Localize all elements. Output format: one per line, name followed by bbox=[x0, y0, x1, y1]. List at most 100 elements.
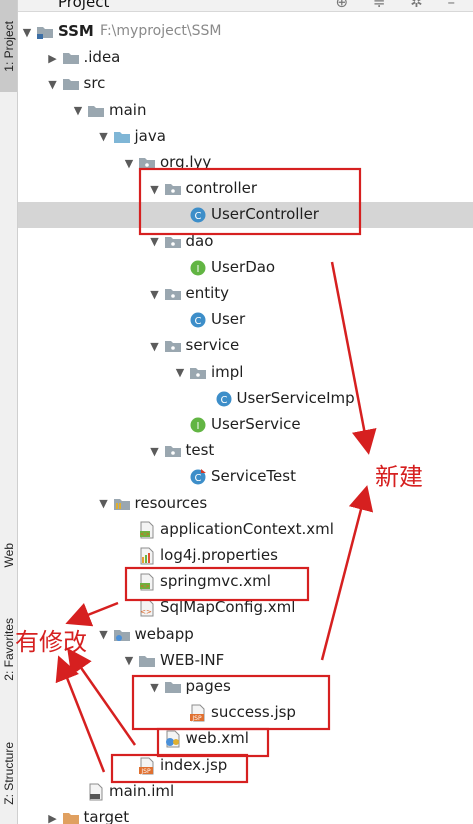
tree-item-label: web.xml bbox=[185, 729, 249, 748]
source-folder-icon bbox=[113, 128, 131, 146]
tree-item-label: .idea bbox=[83, 48, 121, 67]
tree-row[interactable]: ▼ src bbox=[18, 71, 473, 97]
package-icon bbox=[164, 442, 182, 460]
svg-text:JSP: JSP bbox=[191, 715, 202, 722]
tree-item-label: UserService bbox=[211, 415, 301, 433]
panel-title[interactable]: Project bbox=[58, 0, 109, 11]
tree-row[interactable]: web.xml bbox=[18, 726, 473, 752]
tree-item-label: service bbox=[185, 336, 240, 355]
tree-item-label: dao bbox=[185, 231, 214, 250]
chevron-down-icon[interactable]: ▼ bbox=[46, 71, 60, 97]
tree-row[interactable]: ▼ entity bbox=[18, 281, 473, 307]
tree-item-label: SqlMapConfig.xml bbox=[160, 598, 296, 617]
tree-item-label: UserDao bbox=[211, 257, 276, 276]
tree-row[interactable]: ▼ pages bbox=[18, 674, 473, 700]
tree-item-label: WEB-INF bbox=[160, 650, 225, 669]
folder-icon bbox=[138, 652, 156, 670]
tree-row[interactable]: ▼ service bbox=[18, 333, 473, 359]
tree-item-label: src bbox=[83, 74, 106, 93]
chevron-down-icon[interactable]: ▼ bbox=[97, 491, 111, 517]
structure-tool-tab[interactable]: Z: Structure bbox=[0, 728, 17, 818]
project-tool-tab[interactable]: 1: Project bbox=[0, 0, 17, 92]
tree-row[interactable]: I UserService bbox=[18, 412, 473, 438]
structure-tool-tab-label: Z: Structure bbox=[1, 741, 16, 805]
svg-text:I: I bbox=[197, 264, 200, 275]
chevron-down-icon[interactable]: ▼ bbox=[97, 124, 111, 150]
tree-item-label: webapp bbox=[134, 624, 194, 643]
svg-text:C: C bbox=[195, 473, 202, 484]
package-icon bbox=[189, 364, 207, 382]
tree-row[interactable]: JSP index.jsp bbox=[18, 753, 473, 779]
chevron-down-icon[interactable]: ▼ bbox=[148, 438, 162, 464]
tree-item-label: User bbox=[211, 310, 246, 329]
tree-row[interactable]: main.iml bbox=[18, 779, 473, 805]
test-class-icon: C bbox=[189, 468, 207, 486]
class-icon: C bbox=[189, 311, 207, 329]
project-path: F:\myproject\SSM bbox=[100, 23, 222, 39]
svg-text:C: C bbox=[195, 211, 202, 222]
folder-icon bbox=[164, 678, 182, 696]
chevron-down-icon[interactable]: ▼ bbox=[122, 150, 136, 176]
tree-item-label: ServiceTest bbox=[211, 467, 296, 486]
chevron-right-icon[interactable]: ▶ bbox=[46, 45, 60, 71]
tree-row[interactable]: ▼ resources bbox=[18, 491, 473, 517]
chevron-down-icon[interactable]: ▼ bbox=[71, 98, 85, 124]
tree-item-label: controller bbox=[185, 179, 258, 198]
tree-item-label: applicationContext.xml bbox=[160, 519, 334, 538]
tree-row[interactable]: <> springmvc.xml bbox=[18, 569, 473, 595]
project-tree[interactable]: ▼ SSM F:\myproject\SSM ▶ .idea ▼ src ▼ main ▼ java… bbox=[18, 11, 473, 824]
chevron-down-icon[interactable]: ▼ bbox=[122, 648, 136, 674]
tree-item-label: springmvc.xml bbox=[160, 572, 271, 591]
tree-item-label: UserServiceImp bbox=[236, 388, 355, 407]
tree-row[interactable]: log4j.properties bbox=[18, 543, 473, 569]
tool-window-stripe: 1: Project Web 2: Favorites Z: Structure bbox=[0, 0, 18, 824]
tree-row[interactable]: ▶ target bbox=[18, 805, 473, 824]
tree-row[interactable]: JSP success.jsp bbox=[18, 700, 473, 726]
tree-item-label: UserController bbox=[211, 205, 319, 224]
tree-row[interactable]: ▼ SSM F:\myproject\SSM bbox=[18, 19, 473, 45]
web-folder-icon bbox=[113, 626, 131, 644]
tree-item-label: target bbox=[83, 808, 130, 824]
package-icon bbox=[164, 233, 182, 251]
chevron-down-icon[interactable]: ▼ bbox=[97, 622, 111, 648]
interface-icon: I bbox=[189, 416, 207, 434]
header-toolbar-icons[interactable]: ⊕ ≑ ✲ – bbox=[335, 0, 465, 11]
chevron-down-icon[interactable]: ▼ bbox=[148, 281, 162, 307]
tree-row[interactable]: ▼ controller bbox=[18, 176, 473, 202]
chevron-down-icon[interactable]: ▼ bbox=[20, 19, 34, 45]
tree-item-label: index.jsp bbox=[160, 755, 228, 774]
chevron-down-icon[interactable]: ▼ bbox=[148, 176, 162, 202]
chevron-down-icon[interactable]: ▼ bbox=[148, 333, 162, 359]
tree-row[interactable]: ▼ main bbox=[18, 98, 473, 124]
jsp-icon: JSP bbox=[138, 757, 156, 775]
tree-row[interactable]: ▼ dao bbox=[18, 229, 473, 255]
svg-text:I: I bbox=[197, 421, 200, 432]
favorites-tool-tab-label: 2: Favorites bbox=[1, 617, 16, 681]
chevron-right-icon[interactable]: ▶ bbox=[46, 805, 60, 824]
tree-row[interactable]: ▶ .idea bbox=[18, 45, 473, 71]
chevron-down-icon[interactable]: ▼ bbox=[173, 360, 187, 386]
tree-item-label: main bbox=[109, 100, 147, 119]
chevron-down-icon[interactable]: ▼ bbox=[148, 674, 162, 700]
jsp-icon: JSP bbox=[189, 704, 207, 722]
package-icon bbox=[164, 180, 182, 198]
web-tool-tab[interactable]: Web bbox=[0, 528, 17, 582]
tree-row[interactable]: ▼ java bbox=[18, 124, 473, 150]
class-icon: C bbox=[189, 206, 207, 224]
tree-row[interactable]: C UserServiceImp bbox=[18, 386, 473, 412]
tree-row[interactable]: I UserDao bbox=[18, 255, 473, 281]
tree-row[interactable]: C UserController bbox=[18, 202, 473, 229]
package-icon bbox=[164, 337, 182, 355]
tree-row[interactable]: C User bbox=[18, 307, 473, 333]
tree-row[interactable]: ▼ impl bbox=[18, 360, 473, 386]
tree-row[interactable]: <> SqlMapConfig.xml bbox=[18, 595, 473, 621]
tree-item-label: java bbox=[134, 126, 166, 145]
folder-icon bbox=[87, 102, 105, 120]
tree-row[interactable]: <> applicationContext.xml bbox=[18, 517, 473, 543]
annotation-new: 新建 bbox=[375, 463, 423, 491]
package-icon bbox=[138, 154, 156, 172]
tree-item-label: success.jsp bbox=[211, 703, 296, 722]
tree-row[interactable]: ▼ org.lyy bbox=[18, 150, 473, 176]
chevron-down-icon[interactable]: ▼ bbox=[148, 229, 162, 255]
tree-item-label: test bbox=[185, 441, 215, 460]
